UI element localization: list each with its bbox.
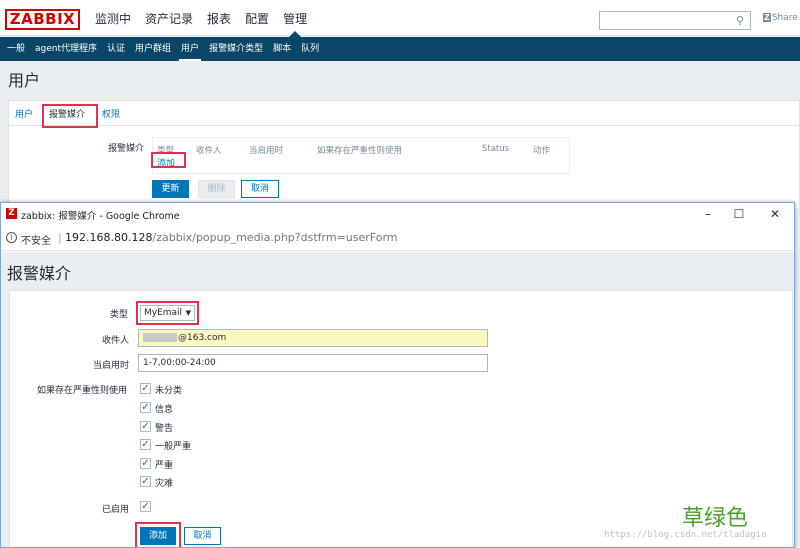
column-when-active: 当启用时	[249, 146, 284, 156]
checkbox-checked-icon[interactable]: ✓	[140, 439, 151, 450]
url-path: /zabbix/popup_media.php?dstfrm=userForm	[152, 231, 398, 244]
window-title: zabbix: 报警媒介 - Google Chrome	[21, 211, 180, 222]
send-to-label: 收件人	[102, 336, 130, 346]
column-use-if-severity: 如果存在严重性则使用	[317, 146, 403, 156]
zabbix-logo[interactable]: ZABBIX	[5, 9, 80, 30]
menu-reports[interactable]: 报表	[200, 0, 238, 36]
menu-inventory[interactable]: 资产记录	[138, 0, 200, 36]
redacted-name	[143, 333, 177, 342]
submenu-general[interactable]: 一般	[2, 37, 30, 61]
highlight-add-button	[135, 522, 181, 547]
info-icon[interactable]: i	[6, 232, 17, 243]
when-active-input[interactable]: 1-7,00:00-24:00	[138, 354, 488, 372]
search-icon[interactable]: ⚲	[733, 14, 747, 28]
send-to-value: @163.com	[178, 333, 227, 343]
tab-user[interactable]: 用户	[15, 107, 33, 120]
watermark-text: 草绿色	[682, 506, 749, 531]
insecure-label[interactable]: 不安全	[21, 232, 51, 247]
user-tabs: 用户 报警媒介 权限	[9, 101, 799, 128]
url-text[interactable]: 192.168.80.128/zabbix/popup_media.php?ds…	[65, 231, 398, 244]
severity-label: 一般严重	[155, 442, 192, 452]
use-if-severity-label: 如果存在严重性则使用	[37, 386, 128, 396]
when-active-label: 当启用时	[93, 361, 130, 371]
close-icon[interactable]: ✕	[760, 205, 790, 223]
user-form-panel: 用户 报警媒介 权限 报警媒介 类型 收件人 当启用时 如果存在严重性则使用 S…	[8, 100, 800, 210]
enabled-label: 已启用	[102, 505, 130, 515]
checkbox-checked-icon[interactable]: ✓	[140, 383, 151, 394]
delete-button[interactable]: 删除	[198, 180, 235, 198]
sub-navigation: 一般 agent代理程序 认证 用户群组 用户 报警媒介类型 脚本 队列	[0, 37, 800, 61]
tab-permissions[interactable]: 权限	[102, 107, 120, 120]
submenu-scripts[interactable]: 脚本	[268, 37, 296, 61]
checkbox-checked-icon[interactable]: ✓	[140, 501, 151, 512]
severity-label: 未分类	[155, 386, 183, 396]
severity-label: 灾难	[155, 479, 174, 489]
severity-label: 严重	[155, 461, 174, 471]
window-titlebar: Z zabbix: 报警媒介 - Google Chrome – ☐ ✕	[1, 203, 794, 225]
when-active-value: 1-7,00:00-24:00	[143, 358, 216, 368]
page-title: 用户	[8, 71, 41, 90]
submenu-media-types[interactable]: 报警媒介类型	[204, 37, 268, 61]
type-label: 类型	[110, 310, 129, 320]
url-host: 192.168.80.128	[65, 231, 153, 244]
highlight-add-link	[151, 152, 186, 168]
share-badge-icon: Z	[763, 13, 771, 22]
minimize-icon[interactable]: –	[693, 205, 723, 223]
severity-label: 警告	[155, 424, 174, 434]
checkbox-checked-icon[interactable]: ✓	[140, 402, 151, 413]
submenu-authentication[interactable]: 认证	[102, 37, 130, 61]
media-popup-window: Z zabbix: 报警媒介 - Google Chrome – ☐ ✕ i 不…	[0, 202, 795, 548]
popup-cancel-button[interactable]: 取消	[184, 527, 221, 545]
column-send-to: 收件人	[196, 146, 222, 156]
menu-monitoring[interactable]: 监测中	[88, 0, 138, 36]
menu-configuration[interactable]: 配置	[238, 0, 276, 36]
media-form-panel: 类型 MyEmail ▼ 收件人 @163.com 当启用时 1-7,00:00-…	[9, 290, 793, 547]
severity-label: 信息	[155, 405, 174, 415]
checkbox-checked-icon[interactable]: ✓	[140, 458, 151, 469]
submenu-queue[interactable]: 队列	[296, 37, 324, 61]
column-status: Status	[482, 144, 510, 154]
top-navigation: ZABBIX 监测中 资产记录 报表 配置 管理 ⚲ Z Share	[0, 0, 800, 37]
checkbox-checked-icon[interactable]: ✓	[140, 421, 151, 432]
highlight-media-tab	[42, 104, 98, 128]
watermark-url: https://blog.csdn.net/tladagio	[604, 530, 767, 540]
update-button[interactable]: 更新	[152, 180, 189, 198]
cancel-button[interactable]: 取消	[241, 180, 279, 198]
share-link[interactable]: Z Share	[763, 13, 798, 23]
zabbix-favicon-icon: Z	[6, 208, 17, 219]
address-separator: |	[58, 231, 62, 244]
send-to-input[interactable]: @163.com	[138, 329, 488, 347]
column-action: 动作	[533, 146, 551, 156]
popup-body: 报警媒介 类型 MyEmail ▼ 收件人 @163.com 当启用时 1-7,0…	[1, 252, 794, 547]
checkbox-checked-icon[interactable]: ✓	[140, 476, 151, 487]
submenu-user-groups[interactable]: 用户群组	[130, 37, 176, 61]
share-label: Share	[771, 13, 798, 23]
menu-administration[interactable]: 管理	[276, 0, 314, 37]
highlight-type-select	[136, 301, 199, 325]
submenu-proxies[interactable]: agent代理程序	[30, 37, 102, 61]
media-label: 报警媒介	[108, 144, 145, 154]
global-search-input[interactable]: ⚲	[599, 11, 751, 30]
address-bar[interactable]: i 不安全 | 192.168.80.128/zabbix/popup_medi…	[1, 225, 794, 251]
media-table: 类型 收件人 当启用时 如果存在严重性则使用 Status 动作	[152, 137, 570, 174]
submenu-users[interactable]: 用户	[176, 37, 204, 61]
main-menu: 监测中 资产记录 报表 配置 管理	[88, 0, 314, 37]
maximize-icon[interactable]: ☐	[724, 205, 754, 223]
popup-title: 报警媒介	[7, 264, 72, 283]
